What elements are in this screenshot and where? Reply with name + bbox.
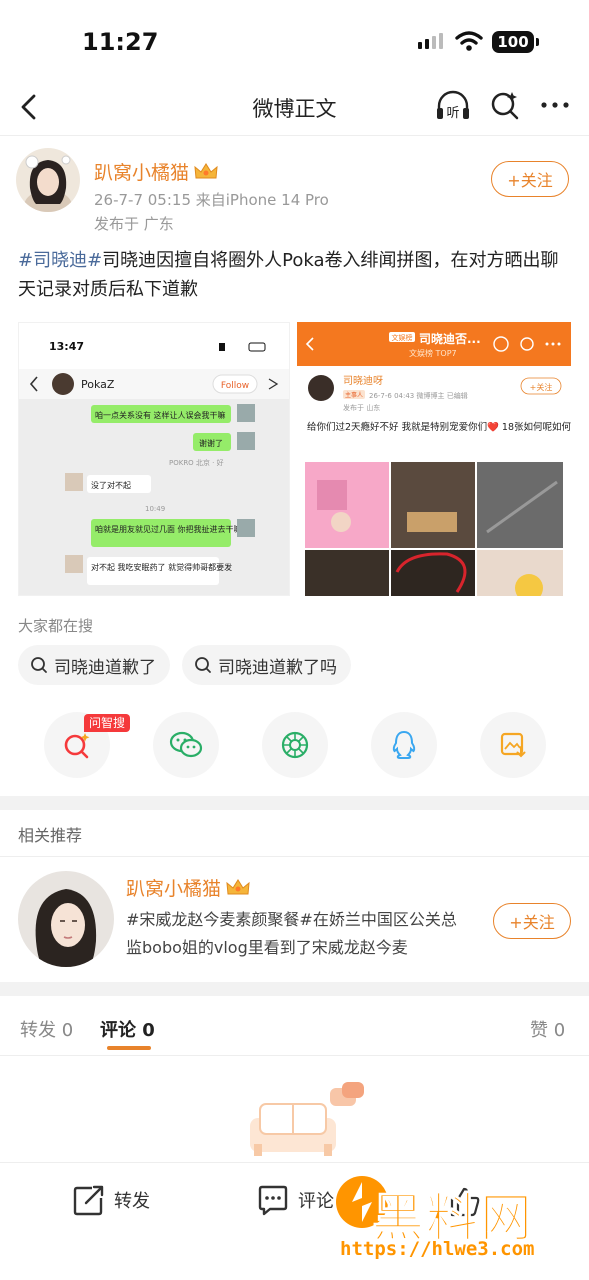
interaction-tabs: 转发 0 评论 0 赞 0: [0, 1010, 589, 1056]
vip-crown-icon: [194, 162, 218, 178]
img1-msg-4: 咱就是朋友就见过几面 你把我扯进去干嘛: [95, 524, 242, 534]
bottom-repost-button[interactable]: 转发: [72, 1183, 150, 1217]
search-chip-2-label: 司晓迪道歉了吗: [218, 657, 337, 678]
wechat-icon: [169, 731, 203, 758]
post-text: #司晓迪#司晓迪因擅自将圈外人Poka卷入绯闻拼图，在对方晒出聊天记录对质后私下…: [18, 246, 573, 304]
img2-follow: +关注: [530, 382, 553, 392]
follow-button[interactable]: +关注: [491, 161, 569, 197]
battery-icon: 100: [492, 31, 534, 53]
watermark-url: https://hlwe3.com: [340, 1238, 535, 1260]
empty-comments-illustration: [250, 1082, 364, 1156]
post-location: 发布于 广东: [94, 215, 174, 233]
save-image-icon: [500, 732, 526, 758]
related-follow-button[interactable]: +关注: [493, 903, 571, 939]
share-qq-button[interactable]: [371, 712, 437, 778]
img2-badge: 文娱榜: [392, 333, 413, 342]
img2-author-avatar: [308, 375, 334, 401]
nav-bar: 微博正文 听: [0, 84, 589, 136]
comment-icon: [258, 1185, 288, 1216]
post-time-source: 26-7-7 05:15 来自iPhone 14 Pro: [94, 191, 329, 209]
save-image-button[interactable]: [480, 712, 546, 778]
search-icon: [195, 657, 211, 673]
related-post-text[interactable]: #宋威龙赵今麦素颜聚餐#在娇兰中国区公关总监bobo姐的vlog里看到了宋威龙赵…: [126, 906, 466, 962]
post-image-1[interactable]: 13:47 PokaZ Follow 咱一点关系没有 这样让人误会我干嘛 谢谢了…: [18, 322, 290, 596]
author-name[interactable]: 趴窝小橘猫: [94, 158, 219, 185]
search-chip-1[interactable]: 司晓迪道歉了: [18, 645, 170, 685]
img2-text: 给你们过2天瘾好不好 我就是特别宠爱你们❤️ 18张如何呢如何呢🧡: [307, 421, 571, 433]
img1-msg-5: 对不起 我吃安眠药了 就觉得帅哥都要发: [91, 562, 232, 572]
share-wechat-button[interactable]: [153, 712, 219, 778]
active-tab-indicator: [107, 1046, 151, 1050]
tab-repost[interactable]: 转发 0: [20, 1016, 73, 1042]
author-name-text[interactable]: 趴窝小橘猫: [94, 158, 189, 185]
img1-meta-2: 10:49: [145, 505, 165, 513]
repost-icon: [73, 1185, 104, 1216]
tab-like[interactable]: 赞 0: [530, 1016, 565, 1042]
listen-label: 听: [446, 106, 459, 121]
img2-subtitle: 文娱榜 TOP7: [409, 348, 457, 358]
ai-search-badge: 问智搜: [84, 714, 131, 732]
bottom-comment-label: 评论: [298, 1191, 334, 1212]
author-avatar[interactable]: [16, 148, 80, 212]
related-author-name[interactable]: 趴窝小橘猫: [126, 874, 251, 901]
search-section-label: 大家都在搜: [18, 617, 94, 635]
more-icon[interactable]: [538, 88, 572, 122]
bottom-repost-label: 转发: [114, 1191, 150, 1212]
share-moments-button[interactable]: [262, 712, 328, 778]
img1-contact: PokaZ: [81, 378, 115, 391]
search-chip-1-label: 司晓迪道歉了: [54, 657, 156, 678]
related-divider: [0, 856, 589, 857]
cellular-signal-icon: [418, 33, 443, 49]
battery-tip: [536, 38, 539, 46]
img1-meta-1: POKRO 北京 · 好: [169, 458, 224, 467]
img1-contact-avatar: [52, 373, 74, 395]
post-image-2[interactable]: 文娱榜 司晓迪否... 文娱榜 TOP7 司晓迪呀 主事人 26-7-6 04:…: [297, 322, 571, 596]
related-author-avatar[interactable]: [18, 871, 114, 967]
listen-icon[interactable]: 听: [434, 88, 472, 124]
img1-msg-3: 没了对不起: [91, 480, 131, 490]
img2-tag: 主事人: [345, 391, 363, 399]
img2-title: 司晓迪否...: [419, 331, 481, 346]
moments-icon: [281, 731, 309, 759]
post-hashtag[interactable]: #司晓迪#: [18, 250, 102, 271]
wifi-icon: [455, 31, 483, 51]
ai-search-icon: [64, 733, 90, 759]
related-author-name-text[interactable]: 趴窝小橘猫: [126, 874, 221, 901]
section-divider-2: [0, 982, 589, 996]
related-section-label: 相关推荐: [18, 826, 83, 845]
img2-meta: 26-7-6 04:43 微博博主 已编辑: [369, 391, 468, 400]
vip-crown-icon: [226, 878, 250, 894]
tab-comment[interactable]: 评论 0: [100, 1016, 155, 1042]
img2-author: 司晓迪呀: [343, 375, 383, 387]
search-icon: [31, 657, 47, 673]
img2-location: 发布于 山东: [343, 403, 380, 412]
bottom-comment-button[interactable]: 评论: [256, 1183, 334, 1217]
img1-time: 13:47: [49, 340, 84, 353]
img1-msg-2: 谢谢了: [199, 438, 223, 448]
img1-msg-1: 咱一点关系没有 这样让人误会我干嘛: [95, 410, 226, 420]
qq-icon: [392, 730, 416, 759]
search-chip-2[interactable]: 司晓迪道歉了吗: [182, 645, 351, 685]
img1-follow: Follow: [221, 381, 249, 391]
section-divider: [0, 796, 589, 810]
status-time: 11:27: [82, 28, 159, 56]
status-bar: 11:27 100: [0, 0, 589, 84]
search-icon[interactable]: [488, 88, 522, 122]
